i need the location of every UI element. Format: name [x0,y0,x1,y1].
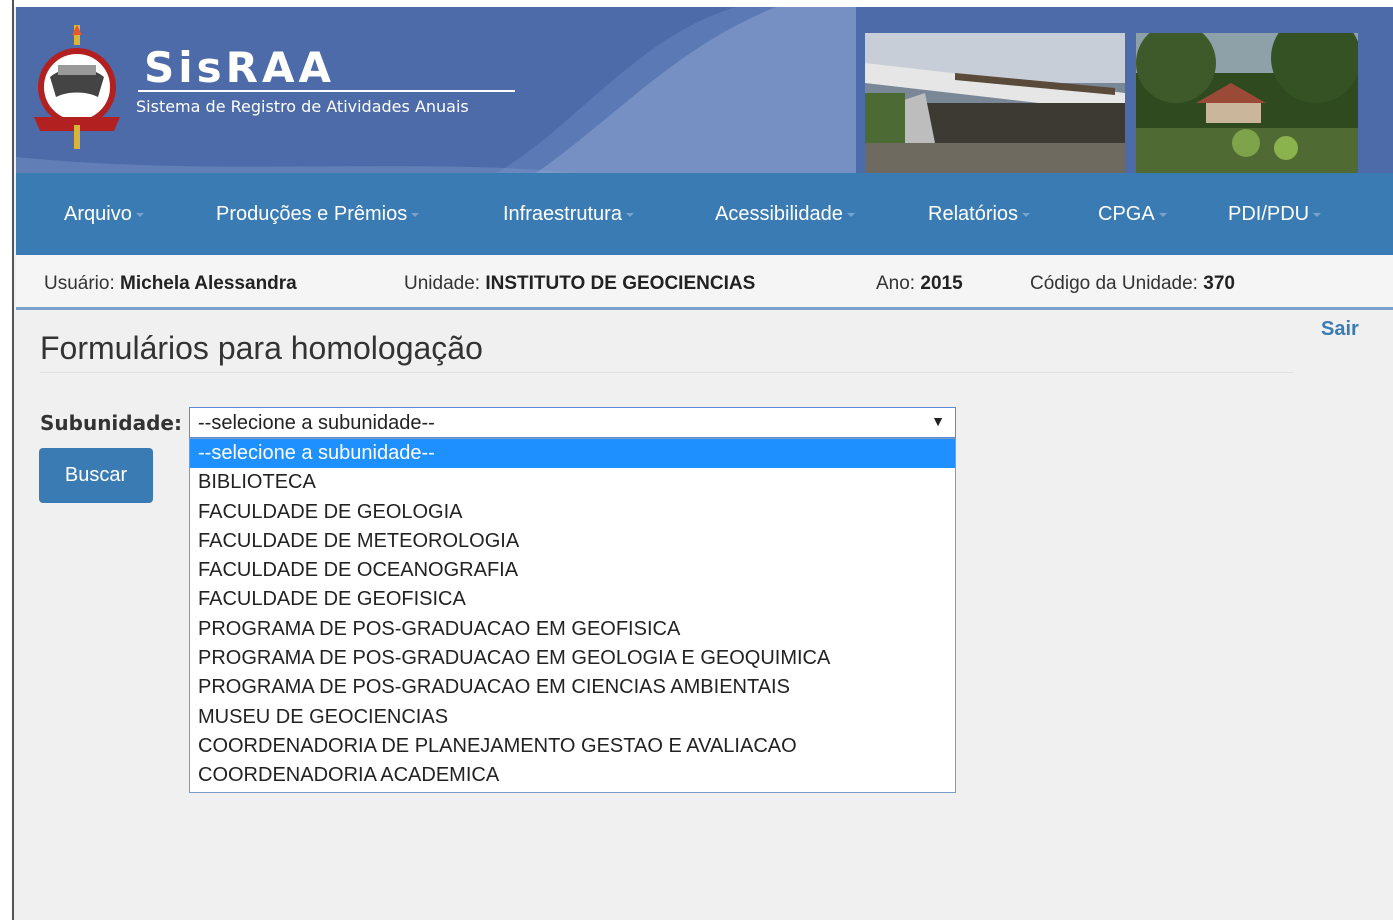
campus-entrance-photo [865,33,1125,173]
chevron-down-icon [411,212,420,217]
unit-info: Unidade: INSTITUTO DE GEOCIENCIAS [404,273,755,295]
unit-code-info: Código da Unidade: 370 [1030,273,1235,295]
site-header: SisRAA Sistema de Registro de Atividades… [16,7,1393,173]
chevron-down-icon [1313,212,1322,217]
nav-relatorios-label: Relatórios [928,203,1019,225]
brand-underline [138,90,515,92]
nav-cpga[interactable]: CPGA [1098,203,1167,226]
unit-name: INSTITUTO DE GEOCIENCIAS [485,273,756,294]
university-crest-icon [34,25,120,149]
logout-link[interactable]: Sair [1321,318,1359,341]
brand-subtitle: Sistema de Registro de Atividades Anuais [136,97,469,116]
chevron-down-icon [1022,212,1031,217]
subunit-option[interactable]: FACULDADE DE METEOROLOGIA [190,527,955,556]
subunit-option[interactable]: COORDENADORIA DE PLANEJAMENTO GESTAO E A… [190,732,955,761]
title-divider [40,372,1294,373]
nav-pdi-pdu[interactable]: PDI/PDU [1228,203,1322,226]
session-info-bar: Usuário: Michela Alessandra Unidade: INS… [16,255,1393,310]
subunit-option[interactable]: PROGRAMA DE POS-GRADUACAO EM CIENCIAS AM… [190,673,955,702]
nav-arquivo-label: Arquivo [64,203,132,225]
chevron-down-icon [625,212,634,217]
user-label: Usuário: [44,273,115,294]
main-navbar: Arquivo Produções e Prêmios Infraestrutu… [16,173,1393,255]
dropdown-arrow-icon: ▼ [931,413,945,429]
window-left-edge [0,0,14,920]
chevron-down-icon [846,212,855,217]
subunit-option[interactable]: MUSEU DE GEOCIENCIAS [190,703,955,732]
search-button[interactable]: Buscar [39,448,153,503]
user-info: Usuário: Michela Alessandra [44,273,297,295]
nav-acessibilidade-label: Acessibilidade [715,203,843,225]
subunit-options-list: --selecione a subunidade-- BIBLIOTECA FA… [189,438,956,793]
unit-code-value: 370 [1203,273,1235,294]
nav-acessibilidade[interactable]: Acessibilidade [715,203,855,226]
nav-infraestrutura[interactable]: Infraestrutura [503,203,634,226]
nav-relatorios[interactable]: Relatórios [928,203,1031,226]
nav-cpga-label: CPGA [1098,203,1155,225]
subunit-select-value: --selecione a subunidade-- [198,412,435,434]
subunit-label: Subunidade: [40,411,182,435]
year-label: Ano: [876,273,916,294]
nav-arquivo[interactable]: Arquivo [64,203,144,226]
subunit-option[interactable]: --selecione a subunidade-- [190,439,955,469]
user-name: Michela Alessandra [120,273,297,294]
subunit-option[interactable]: PROGRAMA DE POS-GRADUACAO EM GEOLOGIA E … [190,644,955,673]
nav-infraestrutura-label: Infraestrutura [503,203,622,225]
subunit-option[interactable]: COORDENADORIA ACADEMICA [190,761,955,790]
subunit-select[interactable]: --selecione a subunidade-- ▼ [189,407,956,438]
nav-producoes-premios[interactable]: Produções e Prêmios [216,203,420,226]
brand-title: SisRAA [144,43,335,92]
unit-code-label: Código da Unidade: [1030,273,1198,294]
year-value: 2015 [920,273,963,294]
subunit-option[interactable]: BIBLIOTECA [190,468,955,497]
subunit-option[interactable]: FACULDADE DE GEOLOGIA [190,498,955,527]
subunit-option[interactable]: FACULDADE DE OCEANOGRAFIA [190,556,955,585]
subunit-option[interactable]: FACULDADE DE GEOFISICA [190,585,955,614]
nav-producoes-premios-label: Produções e Prêmios [216,203,408,225]
page-title: Formulários para homologação [40,330,483,366]
unit-label: Unidade: [404,273,481,294]
subunit-option[interactable]: PROGRAMA DE POS-GRADUACAO EM GEOFISICA [190,615,955,644]
chevron-down-icon [1158,212,1167,217]
year-info: Ano: 2015 [876,273,963,295]
window-top-edge [0,0,1393,7]
chevron-down-icon [135,212,144,217]
campus-garden-photo [1136,33,1358,173]
nav-pdi-pdu-label: PDI/PDU [1228,203,1310,225]
